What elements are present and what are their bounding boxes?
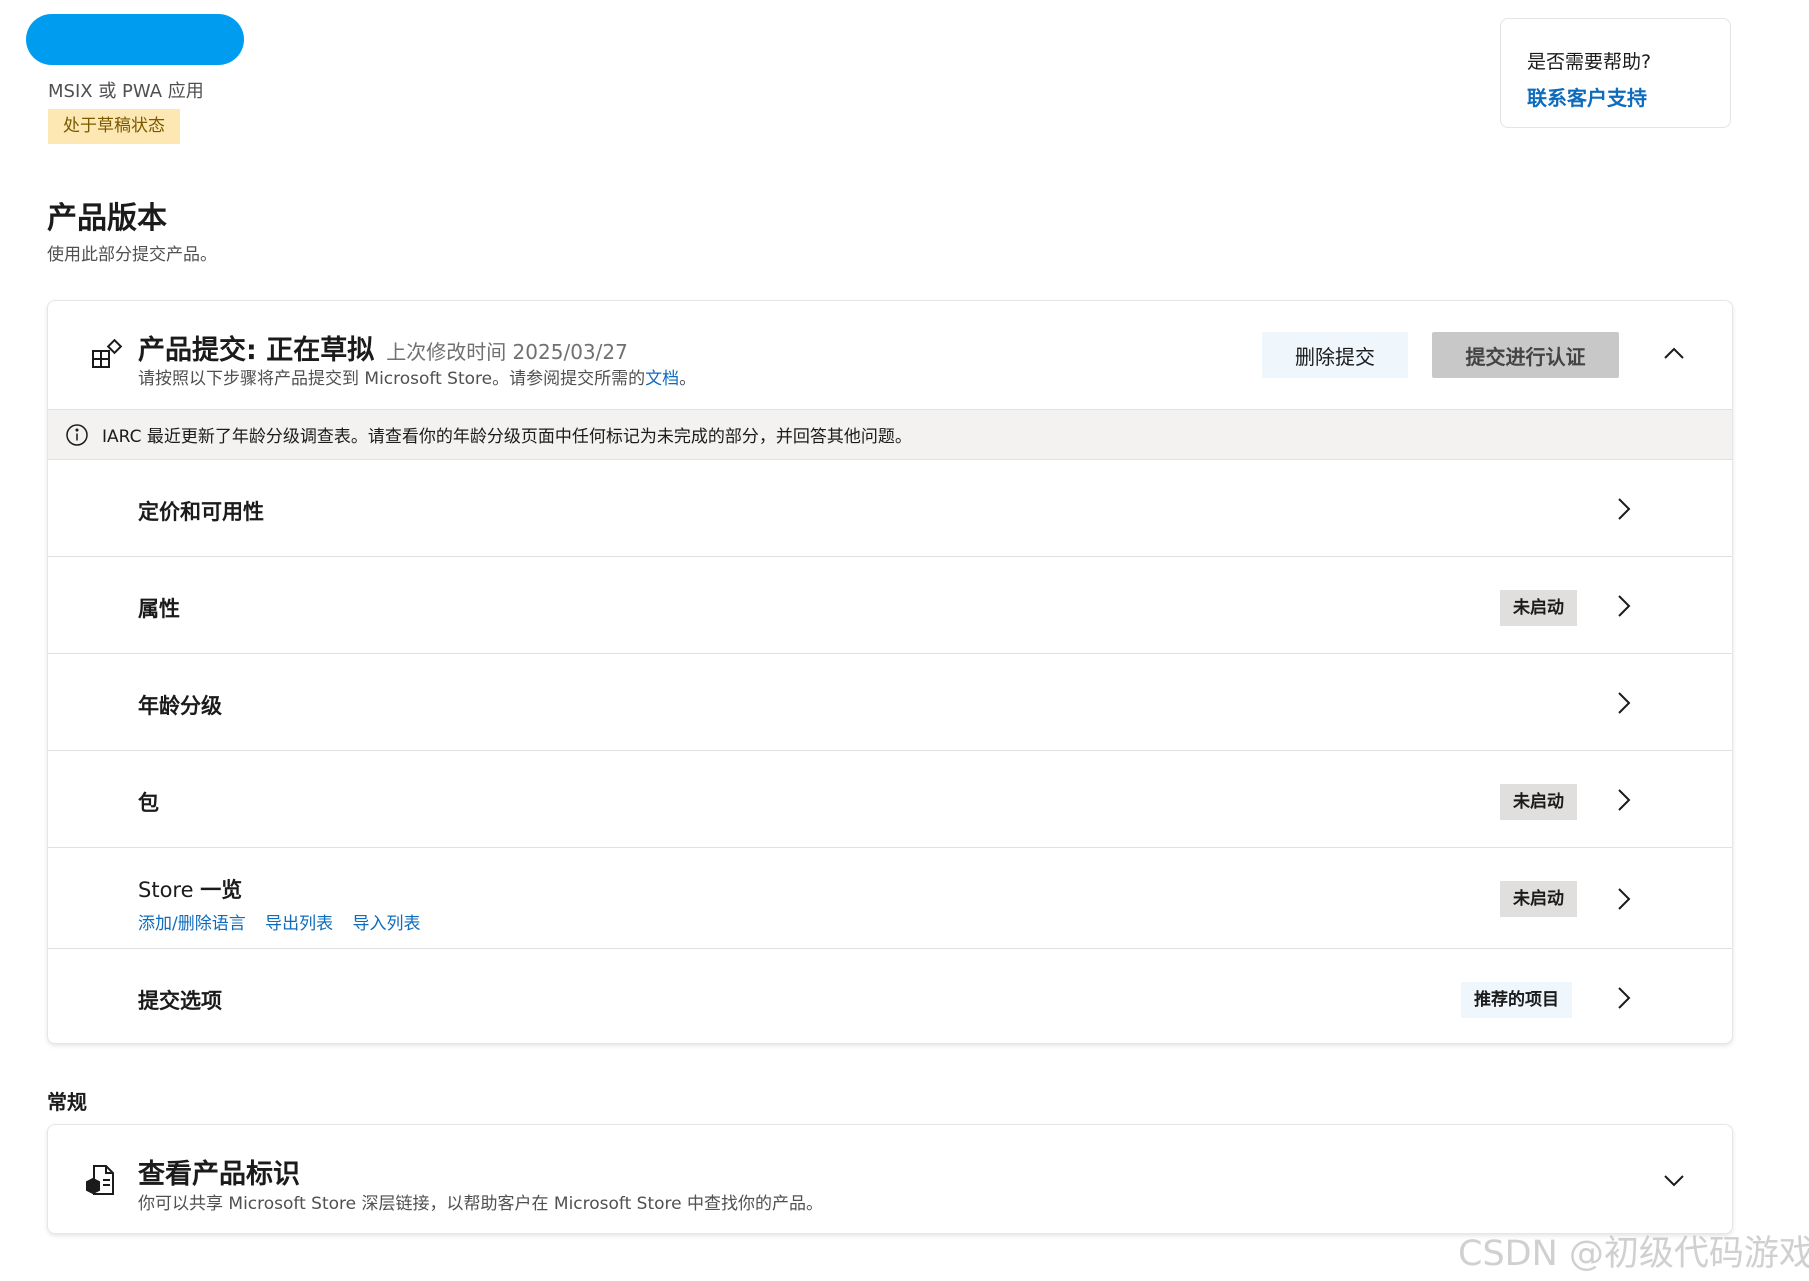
status-badge: 未启动 [1500, 590, 1577, 626]
chevron-right-icon [1618, 498, 1631, 520]
page-description: 使用此部分提交产品。 [47, 245, 217, 265]
submission-subtitle-end: 。 [679, 369, 697, 389]
chevron-down-icon[interactable] [1659, 1165, 1689, 1195]
row-label: 年龄分级 [138, 694, 222, 718]
apps-add-icon [92, 339, 123, 368]
page-title: 产品版本 [47, 201, 167, 236]
status-badge: 未启动 [1500, 784, 1577, 820]
store-listing-links: 添加/删除语言 导出列表 导入列表 [138, 909, 435, 934]
add-remove-languages-link[interactable]: 添加/删除语言 [138, 914, 246, 934]
recommended-badge: 推荐的项目 [1461, 982, 1572, 1018]
chevron-right-icon [1618, 789, 1631, 811]
help-question: 是否需要帮助? [1527, 51, 1652, 73]
chevron-right-icon [1618, 888, 1631, 910]
product-identity-card[interactable]: 查看产品标识 你可以共享 Microsoft Store 深层链接，以帮助客户在… [47, 1124, 1733, 1234]
row-properties[interactable]: 属性 未启动 [48, 557, 1732, 654]
row-label: 包 [138, 791, 159, 815]
submission-title: 产品提交: 正在草拟 上次修改时间 2025/03/27 [138, 328, 628, 367]
import-listings-link[interactable]: 导入列表 [353, 914, 421, 934]
watermark: CSDN @初级代码游戏 [1458, 1234, 1809, 1274]
last-modified: 上次修改时间 2025/03/27 [386, 340, 628, 364]
row-age-ratings[interactable]: 年龄分级 [48, 654, 1732, 751]
row-label: Store 一览 [138, 874, 242, 904]
row-label: 定价和可用性 [138, 500, 264, 524]
row-store-listings[interactable]: Store 一览 添加/删除语言 导出列表 导入列表 未启动 [48, 848, 1732, 949]
contact-support-link[interactable]: 联系客户支持 [1527, 82, 1730, 111]
row-submission-options[interactable]: 提交选项 推荐的项目 [48, 949, 1732, 1043]
box-document-icon [86, 1165, 114, 1195]
iarc-notice-bar: IARC 最近更新了年龄分级调查表。请查看你的年龄分级页面中任何标记为未完成的部… [48, 409, 1732, 460]
row-label: 提交选项 [138, 989, 222, 1013]
submission-subtitle-text: 请按照以下步骤将产品提交到 Microsoft Store。请参阅提交所需的 [138, 369, 646, 389]
row-packages[interactable]: 包 未启动 [48, 751, 1732, 848]
general-section-title: 常规 [47, 1090, 87, 1114]
documentation-link[interactable]: 文档 [645, 369, 679, 389]
submission-card: 产品提交: 正在草拟 上次修改时间 2025/03/27 请按照以下步骤将产品提交… [47, 300, 1733, 1044]
help-card: 是否需要帮助? 联系客户支持 [1500, 18, 1731, 128]
row-label: 属性 [138, 597, 180, 621]
submission-title-text: 产品提交: 正在草拟 [138, 335, 375, 366]
submit-for-certification-button[interactable]: 提交进行认证 [1432, 332, 1619, 378]
iarc-notice-text: IARC 最近更新了年龄分级调查表。请查看你的年龄分级页面中任何标记为未完成的部… [102, 427, 912, 447]
export-listings-link[interactable]: 导出列表 [265, 914, 333, 934]
status-badge: 未启动 [1500, 881, 1577, 917]
product-identity-title: 查看产品标识 [138, 1159, 300, 1190]
chevron-up-icon[interactable] [1659, 339, 1689, 369]
app-name-redacted [26, 14, 244, 65]
draft-status-badge: 处于草稿状态 [48, 109, 180, 144]
info-icon [66, 423, 88, 446]
product-identity-subtitle: 你可以共享 Microsoft Store 深层链接，以帮助客户在 Micros… [138, 1194, 824, 1214]
row-label-prefix: Store [138, 878, 201, 902]
chevron-right-icon [1618, 987, 1631, 1009]
row-label-bold: 一览 [200, 878, 243, 902]
app-type-label: MSIX 或 PWA 应用 [48, 81, 204, 102]
submission-subtitle: 请按照以下步骤将产品提交到 Microsoft Store。请参阅提交所需的文档… [138, 364, 696, 389]
delete-submission-button[interactable]: 删除提交 [1262, 332, 1408, 378]
chevron-right-icon [1618, 692, 1631, 714]
submission-header: 产品提交: 正在草拟 上次修改时间 2025/03/27 请按照以下步骤将产品提交… [48, 301, 1732, 409]
row-pricing-availability[interactable]: 定价和可用性 [48, 460, 1732, 557]
chevron-right-icon [1618, 595, 1631, 617]
